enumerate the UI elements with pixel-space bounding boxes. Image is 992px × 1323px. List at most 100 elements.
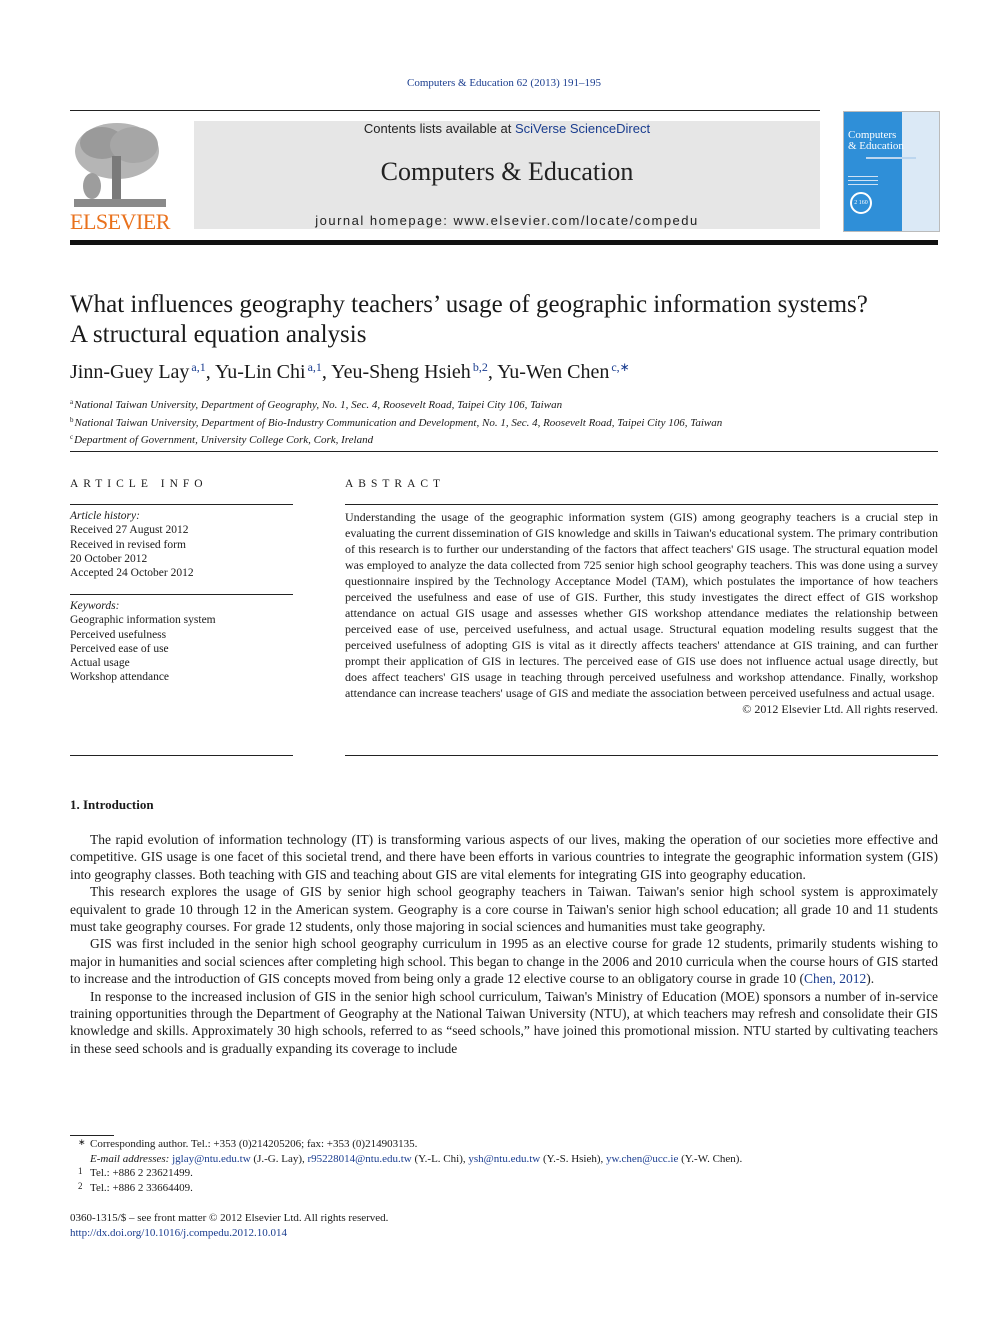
footnote-text: Tel.: +886 2 33664409. [90,1181,193,1194]
affil-text: National Taiwan University, Department o… [74,416,723,429]
history-label: Article history: [70,510,140,522]
footnote-text: Corresponding author. Tel.: +353 (0)2142… [90,1138,418,1150]
email-link[interactable]: yw.chen@ucc.ie [606,1153,678,1165]
author-sep: , [321,361,332,383]
info-bottom-rule [70,755,293,756]
contents-available: Contents lists available at SciVerse Sci… [194,121,820,136]
affiliation: bNational Taiwan University, Department … [70,413,722,431]
email-owner: (Y.-W. Chen). [678,1152,743,1165]
article-info-heading: ARTICLE INFO [70,478,208,490]
journal-title: Computers & Education [380,157,634,186]
keyword: Geographic information system [70,614,216,627]
author-affil-link[interactable]: a,1 [308,360,322,374]
author: Yu-Lin Chi a,1, [215,360,332,383]
footnote-emails: E-mail addresses: jglay@ntu.edu.tw (J.-G… [70,1152,938,1167]
author-sep: , [487,361,498,383]
footnote-corresponding: ∗ Corresponding author. Tel.: +353 (0)214… [70,1137,938,1152]
keywords-rule [70,594,293,595]
author-name: Yu-Lin Chi [215,361,306,383]
reference-link[interactable]: Chen, 2012 [804,971,866,986]
doi-link[interactable]: http://dx.doi.org/10.1016/j.compedu.2012… [70,1226,388,1241]
email-owner: (J.-G. Lay), [250,1152,308,1165]
footnote-2: 2 Tel.: +886 2 33664409. [70,1181,938,1196]
elsevier-logo: ELSEVIER [70,121,172,234]
cover-subtitle-bar [866,157,916,159]
paragraph: In response to the increased inclusion o… [70,988,938,1056]
email-link[interactable]: r95228014@ntu.edu.tw [308,1153,412,1165]
affiliation: cDepartment of Government, University Co… [70,430,722,448]
author-list: Jinn-Guey Lay a,1, Yu-Lin Chi a,1, Yeu-She… [70,360,630,384]
author: Jinn-Guey Lay a,1, [70,360,216,383]
history-item: 20 October 2012 [70,552,148,565]
keywords: Keywords: Geographic information system … [70,599,293,685]
cover-title: Computers & Education [848,130,904,152]
title-line-1: What influences geography teachers’ usag… [70,291,868,318]
contents-prefix: Contents lists available at [363,121,515,136]
email-owner: (Y.-S. Hsieh), [540,1152,607,1165]
author: Yeu-Sheng Hsieh b,2, [331,360,498,383]
journal-homepage-link[interactable]: journal homepage: www.elsevier.com/locat… [194,213,820,228]
email-link[interactable]: jglay@ntu.edu.tw [172,1153,251,1165]
affil-text: National Taiwan University, Department o… [74,399,563,411]
footnote-mark: 2 [78,1180,83,1191]
affil-mark: b [70,415,74,424]
history-item: Accepted 24 October 2012 [70,567,194,580]
footnotes: ∗ Corresponding author. Tel.: +353 (0)214… [70,1137,938,1195]
author-affil-link[interactable]: c,∗ [611,360,629,374]
introduction-heading: 1. Introduction [70,797,154,812]
abstract-body: Understanding the usage of the geographi… [345,509,938,717]
paragraph: GIS was first included in the senior hig… [70,935,938,987]
author-name: Yu-Wen Chen [497,361,610,383]
info-rule [70,504,293,505]
author-affil-link[interactable]: b,2 [473,360,488,374]
abstract-copyright: © 2012 Elsevier Ltd. All rights reserved… [742,702,938,716]
keyword: Perceived ease of use [70,642,169,655]
section-rule [70,451,938,452]
masthead-thick-rule [70,240,938,245]
cover-seal-icon: 2 160 [850,192,872,214]
footnote-mark: ∗ [78,1137,86,1147]
abstract-rule [345,504,938,505]
paragraph: This research explores the usage of GIS … [70,884,938,935]
footnote-rule [70,1135,114,1136]
email-label: E-mail addresses: [90,1152,170,1165]
paragraph: The rapid evolution of information techn… [70,832,938,882]
author-affil-link[interactable]: a,1 [191,360,205,374]
affiliation: aNational Taiwan University, Department … [70,395,722,413]
abstract-text: Understanding the usage of the geographi… [345,510,938,700]
cover-editor-lines [848,176,878,177]
page-footer: 0360-1315/$ – see front matter © 2012 El… [70,1211,388,1240]
journal-citation-link[interactable]: Computers & Education 62 (2013) 191–195 [0,77,992,89]
abstract-heading: ABSTRACT [345,478,446,490]
paragraph-text: ). [866,971,875,987]
history-item: Received in revised form [70,538,186,551]
author: Yu-Wen Chen c,∗ [497,360,630,383]
keywords-label: Keywords: [70,600,120,612]
keyword: Actual usage [70,657,130,670]
header-rule [70,110,820,111]
journal-cover-image: Computers & Education 2 160 [843,111,940,232]
cover-title-line2: & Education [848,140,904,152]
footnote-1: 1 Tel.: +886 2 23621499. [70,1166,938,1181]
publisher-wordmark: ELSEVIER [70,209,170,234]
introduction-body: The rapid evolution of information techn… [70,831,938,1057]
abstract-bottom-rule [345,755,938,756]
email-link[interactable]: ysh@ntu.edu.tw [468,1153,540,1165]
author-name: Yeu-Sheng Hsieh [331,361,471,383]
article-history: Article history: Received 27 August 2012… [70,509,293,580]
keyword: Workshop attendance [70,671,170,684]
sciencedirect-link[interactable]: SciVerse ScienceDirect [515,121,650,136]
email-owner: (Y.-L. Chi), [411,1152,469,1165]
affiliations: aNational Taiwan University, Department … [70,395,722,448]
author-name: Jinn-Guey Lay [70,361,190,383]
affil-text: Department of Government, University Col… [74,434,374,446]
history-item: Received 27 August 2012 [70,524,189,537]
article-title: What influences geography teachers’ usag… [70,290,950,350]
journal-masthead: Contents lists available at SciVerse Sci… [194,121,820,229]
issn-line: 0360-1315/$ – see front matter © 2012 El… [70,1212,389,1224]
keyword: Perceived usefulness [70,628,167,641]
affil-mark: c [70,433,74,441]
footnote-mark: 1 [78,1166,83,1176]
author-sep: , [205,361,216,383]
footnote-text: Tel.: +886 2 23621499. [90,1167,193,1179]
